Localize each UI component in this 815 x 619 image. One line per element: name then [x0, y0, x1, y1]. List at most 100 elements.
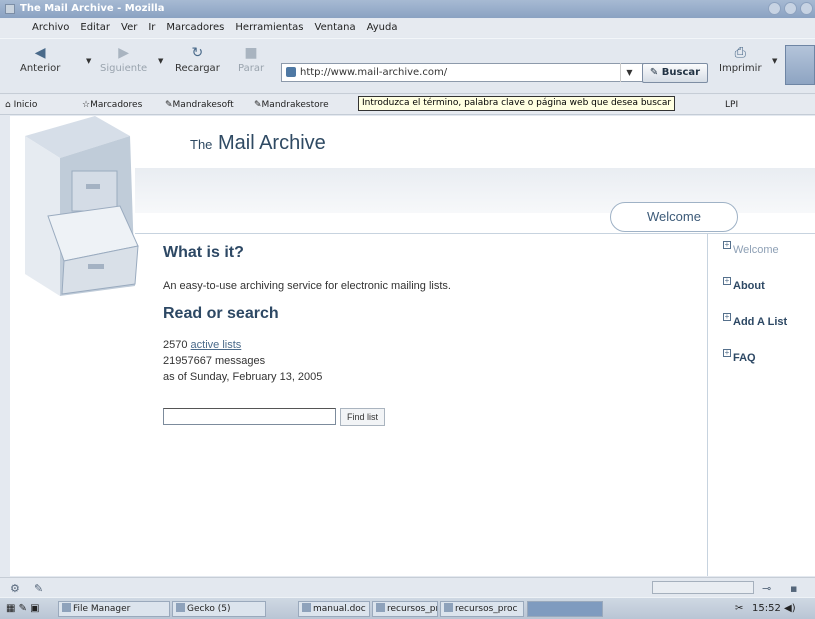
taskbar-item-label: recursos_pro	[387, 604, 437, 614]
taskbar-item-recursos-1[interactable]: recursos_pro	[372, 601, 438, 617]
sidebar-item-add-list[interactable]: + Add A List	[723, 313, 788, 352]
header-divider	[135, 233, 815, 234]
menu-ayuda[interactable]: Ayuda	[367, 19, 398, 37]
document-icon	[444, 603, 453, 612]
forward-arrow-icon: ▶	[118, 45, 129, 61]
site-title[interactable]: The Mail Archive	[190, 132, 326, 155]
menu-editar[interactable]: Editar	[80, 19, 110, 37]
launcher-icons[interactable]: ▦ ✎ ▣	[6, 601, 40, 617]
taskbar-item-label: recursos_proc	[455, 604, 518, 614]
page-content: The Mail Archive Welcome What is it? An …	[10, 116, 815, 576]
volume-icon[interactable]: ◀)	[784, 601, 796, 617]
find-list-button[interactable]: Find list	[340, 407, 386, 426]
menu-herramientas[interactable]: Herramientas	[235, 19, 303, 37]
as-of-date: as of Sunday, February 13, 2005	[163, 371, 323, 383]
network-icon: ⚙	[10, 582, 20, 595]
navigation-toolbar: ◀ Anterior ▼ ▶ Siguiente ▼ ↻ Recargar ■ …	[0, 38, 815, 94]
taskbar-item-label: manual.doc -	[313, 604, 370, 614]
menu-archivo[interactable]: Archivo	[32, 19, 69, 37]
tray-icon[interactable]: ✂	[735, 601, 743, 617]
messages-count: 21957667 messages	[163, 355, 266, 367]
url-dropdown-icon[interactable]: ▼	[620, 63, 638, 82]
main-section: What is it? An easy-to-use archiving ser…	[163, 244, 683, 385]
bookmark-mandrakestore[interactable]: ✎Mandrakestore	[254, 95, 329, 115]
print-dropdown-icon[interactable]: ▼	[772, 57, 777, 65]
bookmark-inicio[interactable]: ⌂ Inicio	[5, 95, 37, 115]
bookmark-marcadores[interactable]: ☆Marcadores	[82, 95, 142, 115]
edit-icon: ✎	[34, 582, 44, 595]
document-icon	[302, 603, 311, 612]
search-tooltip: Introduzca el término, palabra clave o p…	[358, 96, 676, 111]
bookmark-label: Marcadores	[90, 100, 143, 110]
window-controls	[768, 2, 813, 15]
taskbar-item-label: File Manager	[73, 604, 131, 614]
print-button[interactable]: ⎙ Imprimir	[719, 45, 762, 74]
connection-icon: ⊸	[762, 582, 772, 595]
back-arrow-icon: ◀	[34, 45, 46, 61]
menu-ir[interactable]: Ir	[148, 19, 155, 37]
folder-icon	[62, 603, 71, 612]
reload-icon: ↻	[191, 45, 204, 61]
search-label: Buscar	[661, 67, 701, 78]
sidebar-item-faq[interactable]: + FAQ	[723, 348, 787, 388]
mozilla-icon	[5, 4, 15, 14]
sidebar-item-welcome[interactable]: + Welcome	[723, 240, 787, 280]
document-icon	[376, 603, 385, 612]
read-heading: Read or search	[163, 305, 279, 322]
sidebar-item-about[interactable]: + About	[723, 277, 787, 316]
taskbar-item-manual[interactable]: manual.doc -	[298, 601, 370, 617]
what-heading: What is it?	[163, 244, 244, 261]
stop-label: Parar	[238, 63, 265, 74]
forward-button[interactable]: ▶ Siguiente	[100, 45, 147, 74]
sidebar-item-label: About	[733, 280, 765, 292]
taskbar-item-file-manager[interactable]: File Manager	[58, 601, 170, 617]
url-text: http://www.mail-archive.com/	[300, 67, 448, 78]
browser-icon	[176, 603, 185, 612]
taskbar-item-gecko[interactable]: Gecko (5)	[172, 601, 266, 617]
reload-label: Recargar	[175, 63, 220, 74]
active-lists-link[interactable]: active lists	[191, 339, 242, 351]
welcome-tab[interactable]: Welcome	[610, 202, 738, 232]
find-list-input[interactable]	[163, 408, 336, 425]
menu-marcadores[interactable]: Marcadores	[166, 19, 224, 37]
expand-icon: +	[723, 348, 731, 357]
sidebar-item-label: FAQ	[733, 352, 756, 364]
progress-bar	[652, 581, 754, 594]
find-list-form: Find list	[163, 406, 386, 426]
bookmark-lpi[interactable]: LPI	[725, 95, 738, 115]
stats-block: 2570 active lists 21957667 messages as o…	[163, 337, 683, 385]
menu-ver[interactable]: Ver	[121, 19, 137, 37]
taskbar-pager[interactable]	[527, 601, 603, 617]
forward-dropdown-icon[interactable]: ▼	[158, 57, 163, 65]
filing-cabinet-icon	[25, 116, 139, 296]
browser-window: The Mail Archive - Mozilla Archivo Edita…	[0, 0, 815, 619]
window-title: The Mail Archive - Mozilla	[20, 3, 165, 14]
page-icon	[286, 67, 296, 77]
what-text: An easy-to-use archiving service for ele…	[163, 280, 451, 292]
print-label: Imprimir	[719, 63, 762, 74]
maximize-button[interactable]	[784, 2, 797, 15]
status-bar: ⚙ ✎ ⊸ ▪	[0, 577, 815, 597]
stop-button[interactable]: ■ Parar	[238, 45, 264, 74]
title-bar[interactable]: The Mail Archive - Mozilla	[0, 0, 815, 18]
forward-label: Siguiente	[100, 63, 148, 74]
stop-icon: ■	[244, 45, 258, 61]
back-label: Anterior	[20, 63, 61, 74]
reload-button[interactable]: ↻ Recargar	[175, 45, 220, 74]
back-button[interactable]: ◀ Anterior	[20, 45, 60, 74]
search-button[interactable]: ✎ Buscar	[642, 63, 708, 83]
mozilla-throbber	[785, 45, 815, 85]
close-button[interactable]	[800, 2, 813, 15]
back-dropdown-icon[interactable]: ▼	[86, 57, 91, 65]
site-title-main: Mail Archive	[217, 132, 326, 154]
lists-count: 2570	[163, 339, 188, 351]
minimize-button[interactable]	[768, 2, 781, 15]
taskbar-item-recursos-2[interactable]: recursos_proc	[440, 601, 524, 617]
bookmark-mandrakesoft[interactable]: ✎Mandrakesoft	[165, 95, 234, 115]
sidebar-item-label: Add A List	[733, 316, 788, 328]
taskbar-item-label: Gecko (5)	[187, 604, 231, 614]
clock: 15:52	[752, 603, 781, 614]
bookmark-label: LPI	[725, 100, 739, 110]
expand-icon: +	[723, 240, 731, 249]
menu-ventana[interactable]: Ventana	[315, 19, 356, 37]
